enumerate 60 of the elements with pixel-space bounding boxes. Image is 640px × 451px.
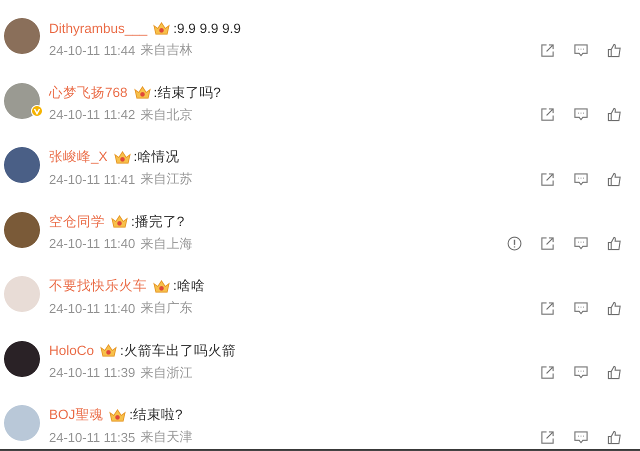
crown-badge-icon — [109, 408, 126, 422]
comment-icon[interactable] — [573, 42, 589, 58]
comment-icon[interactable] — [573, 300, 589, 316]
crown-badge-icon — [134, 85, 151, 100]
avatar-placeholder[interactable] — [4, 340, 40, 376]
comment-time: 24-10-11 11:41 — [49, 172, 136, 186]
comment-icon[interactable] — [573, 236, 589, 251]
avatar-placeholder[interactable] — [4, 212, 40, 248]
share-icon[interactable] — [540, 172, 555, 186]
username-link[interactable]: 心梦飞扬768 — [49, 84, 128, 102]
comment-location: 来自吉林 — [140, 41, 192, 59]
crown-badge-icon — [153, 20, 170, 36]
like-icon[interactable] — [607, 172, 622, 186]
comment-text: :播完了? — [131, 212, 184, 230]
username-link[interactable]: 张峻峰_X — [49, 148, 108, 166]
share-icon[interactable] — [540, 430, 555, 444]
like-icon[interactable] — [607, 300, 622, 316]
share-icon[interactable] — [540, 107, 555, 122]
comment-text: :火箭车出了吗火箭 — [120, 342, 236, 360]
like-icon[interactable] — [607, 107, 622, 122]
comment-icon[interactable] — [573, 172, 589, 186]
share-icon[interactable] — [540, 42, 555, 58]
avatar-placeholder[interactable] — [4, 147, 40, 183]
crown-badge-icon — [153, 278, 170, 294]
comment-time: 24-10-11 11:35 — [49, 430, 136, 444]
comment-location: 来自浙江 — [140, 364, 192, 382]
like-icon[interactable] — [607, 365, 622, 380]
comment-time: 24-10-11 11:40 — [49, 236, 136, 251]
username-link[interactable]: HoloCo — [49, 343, 94, 358]
comment-location: 来自上海 — [140, 234, 192, 252]
comment-text: :结束啦? — [129, 406, 183, 424]
comment-text: :啥情况 — [134, 148, 180, 166]
share-icon[interactable] — [540, 300, 555, 316]
like-icon[interactable] — [607, 430, 622, 444]
comment-location: 来自天津 — [140, 428, 192, 446]
share-icon[interactable] — [540, 365, 555, 380]
comment-icon[interactable] — [573, 430, 589, 444]
comment-time: 24-10-11 11:44 — [49, 42, 136, 58]
username-link[interactable]: 空仓同学 — [49, 212, 105, 230]
like-icon[interactable] — [607, 236, 622, 251]
username-link[interactable]: BOJ聖魂 — [49, 406, 104, 424]
comment-location: 来自广东 — [140, 299, 192, 317]
comment-time: 24-10-11 11:40 — [49, 300, 136, 316]
comment-icon[interactable] — [573, 107, 589, 122]
comment-time: 24-10-11 11:42 — [49, 107, 136, 122]
comment-location: 来自江苏 — [140, 170, 192, 188]
crown-badge-icon — [114, 150, 131, 164]
report-icon[interactable] — [507, 236, 522, 251]
comment-location: 来自北京 — [140, 106, 192, 124]
comment-text: :结束了吗? — [154, 84, 221, 102]
comment-time: 24-10-11 11:39 — [49, 365, 136, 380]
share-icon[interactable] — [540, 236, 555, 251]
comment-text: :啥啥 — [173, 277, 205, 295]
like-icon[interactable] — [607, 42, 622, 58]
crown-badge-icon — [111, 214, 128, 229]
comment-text: :9.9 9.9 9.9 — [173, 20, 241, 36]
username-link[interactable]: Dithyrambus___ — [49, 20, 148, 36]
crown-badge-icon — [100, 343, 118, 358]
comment-icon[interactable] — [573, 365, 589, 380]
username-link[interactable]: 不要找快乐火车 — [49, 277, 147, 295]
